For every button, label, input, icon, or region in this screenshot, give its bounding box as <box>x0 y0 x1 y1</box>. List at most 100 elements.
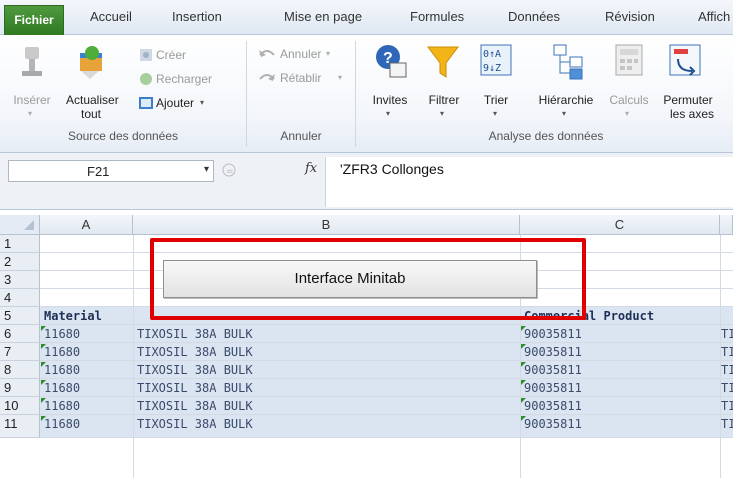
cell-extra[interactable]: TI <box>720 343 733 361</box>
undo-caret-icon[interactable]: ▾ <box>326 49 330 58</box>
name-box-dropdown-icon[interactable]: ▾ <box>204 164 209 175</box>
cell-extra[interactable]: TI <box>720 397 733 415</box>
add-icon[interactable] <box>138 95 154 114</box>
add-caret-icon[interactable]: ▾ <box>200 98 204 107</box>
column-header-b[interactable]: B <box>133 215 520 235</box>
sort-icon[interactable]: 0↑A 9↓Z <box>480 43 512 84</box>
cell-error-indicator-icon <box>521 416 526 421</box>
cell-error-indicator-icon <box>41 416 46 421</box>
cell-description[interactable]: TIXOSIL 38A BULK <box>133 379 520 397</box>
refresh-all-icon[interactable] <box>72 43 108 84</box>
undo-label[interactable]: Annuler <box>280 47 321 61</box>
cell-extra[interactable]: TI <box>720 325 733 343</box>
cell-description[interactable]: TIXOSIL 38A BULK <box>133 343 520 361</box>
cell-product[interactable]: 90035811 <box>520 343 720 361</box>
hierarchy-label[interactable]: Hiérarchie <box>532 93 600 107</box>
row-header[interactable]: 10 <box>0 397 40 415</box>
column-header-c[interactable]: C <box>520 215 720 235</box>
table-row[interactable]: 11680 TIXOSIL 38A BULK 90035811 TI <box>40 325 733 343</box>
tab-revision[interactable]: Révision <box>605 9 655 24</box>
insert-label[interactable]: Insérer <box>4 93 60 107</box>
reload-label[interactable]: Recharger <box>156 72 212 86</box>
create-icon[interactable] <box>138 47 154 66</box>
cell-description[interactable]: TIXOSIL 38A BULK <box>133 325 520 343</box>
undo-icon[interactable] <box>258 47 276 64</box>
filter-caret-icon[interactable]: ▾ <box>440 109 444 118</box>
refresh-all-label-1[interactable]: Actualiser <box>66 93 119 107</box>
cell-extra[interactable]: TI <box>720 379 733 397</box>
cell-error-indicator-icon <box>41 362 46 367</box>
cell-description[interactable]: TIXOSIL 38A BULK <box>133 361 520 379</box>
table-row[interactable]: 11680 TIXOSIL 38A BULK 90035811 TI <box>40 397 733 415</box>
create-label[interactable]: Créer <box>156 48 186 62</box>
cell-product[interactable]: 90035811 <box>520 397 720 415</box>
cell-extra[interactable]: TI <box>720 361 733 379</box>
column-header-a[interactable]: A <box>40 215 133 235</box>
function-icon[interactable]: fx <box>305 161 317 176</box>
swap-axes-icon[interactable] <box>668 43 702 82</box>
reload-icon[interactable] <box>138 71 154 90</box>
cell-product[interactable]: 90035811 <box>520 325 720 343</box>
row-header[interactable]: 5 <box>0 307 40 325</box>
row-header[interactable]: 11 <box>0 415 40 438</box>
row-header[interactable]: 3 <box>0 271 40 289</box>
row-header[interactable]: 7 <box>0 343 40 361</box>
cell-material[interactable]: 11680 <box>40 415 133 433</box>
calculations-icon[interactable] <box>614 43 644 80</box>
row-header[interactable]: 8 <box>0 361 40 379</box>
name-box[interactable]: F21 <box>8 160 214 182</box>
tab-fichier[interactable]: Fichier <box>4 5 64 35</box>
hierarchy-caret-icon[interactable]: ▾ <box>562 109 566 118</box>
table-row[interactable]: 11680 TIXOSIL 38A BULK 90035811 TI <box>40 361 733 379</box>
cell-product[interactable]: 90035811 <box>520 415 720 433</box>
swap-axes-label-1[interactable]: Permuter <box>658 93 718 107</box>
swap-axes-label-2[interactable]: les axes <box>662 107 722 121</box>
cell-material[interactable]: 11680 <box>40 397 133 415</box>
row-header[interactable]: 9 <box>0 379 40 397</box>
row-header[interactable]: 4 <box>0 289 40 307</box>
hierarchy-icon[interactable] <box>552 43 586 84</box>
select-all-corner[interactable] <box>0 215 40 235</box>
row-header[interactable]: 6 <box>0 325 40 343</box>
sort-caret-icon[interactable]: ▾ <box>493 109 497 118</box>
insert-caret-icon[interactable]: ▾ <box>28 109 32 118</box>
filter-label[interactable]: Filtrer <box>422 93 466 107</box>
header-material[interactable]: Material <box>40 307 133 325</box>
cell-product[interactable]: 90035811 <box>520 379 720 397</box>
row-header[interactable]: 2 <box>0 253 40 271</box>
add-label[interactable]: Ajouter <box>156 96 194 110</box>
tab-accueil[interactable]: Accueil <box>90 9 132 24</box>
refresh-all-label-2[interactable]: tout <box>66 107 116 121</box>
prompts-label[interactable]: Invites <box>368 93 412 107</box>
tab-affichage[interactable]: Affich <box>698 9 730 24</box>
tab-formules[interactable]: Formules <box>410 9 464 24</box>
table-row[interactable]: 11680 TIXOSIL 38A BULK 90035811 TI <box>40 343 733 361</box>
tab-mise-en-page[interactable]: Mise en page <box>284 9 362 24</box>
prompts-caret-icon[interactable]: ▾ <box>386 109 390 118</box>
cell-material[interactable]: 11680 <box>40 379 133 397</box>
column-header-d[interactable] <box>720 215 733 235</box>
table-row[interactable]: 11680 TIXOSIL 38A BULK 90035811 TI <box>40 415 733 438</box>
prompts-icon[interactable]: ? <box>374 43 408 84</box>
cell-extra[interactable]: TI <box>720 415 733 433</box>
tab-donnees[interactable]: Données <box>508 9 560 24</box>
calculations-caret-icon[interactable]: ▾ <box>625 109 629 118</box>
row-header[interactable]: 1 <box>0 235 40 253</box>
sort-label[interactable]: Trier <box>478 93 514 107</box>
calculations-label[interactable]: Calculs <box>604 93 654 107</box>
tab-insertion[interactable]: Insertion <box>172 9 222 24</box>
filter-icon[interactable] <box>426 43 460 84</box>
ribbon-tabs: Fichier Accueil Insertion Mise en page F… <box>0 0 733 35</box>
redo-caret-icon[interactable]: ▾ <box>338 73 342 82</box>
redo-label[interactable]: Rétablir <box>280 71 321 85</box>
cell-material[interactable]: 11680 <box>40 325 133 343</box>
cell-material[interactable]: 11680 <box>40 343 133 361</box>
cell-material[interactable]: 11680 <box>40 361 133 379</box>
redo-icon[interactable] <box>258 71 276 88</box>
cell-description[interactable]: TIXOSIL 38A BULK <box>133 415 520 433</box>
grid-line <box>720 235 721 478</box>
table-row[interactable]: 11680 TIXOSIL 38A BULK 90035811 TI <box>40 379 733 397</box>
cell-description[interactable]: TIXOSIL 38A BULK <box>133 397 520 415</box>
insert-icon[interactable] <box>19 45 45 82</box>
cell-product[interactable]: 90035811 <box>520 361 720 379</box>
